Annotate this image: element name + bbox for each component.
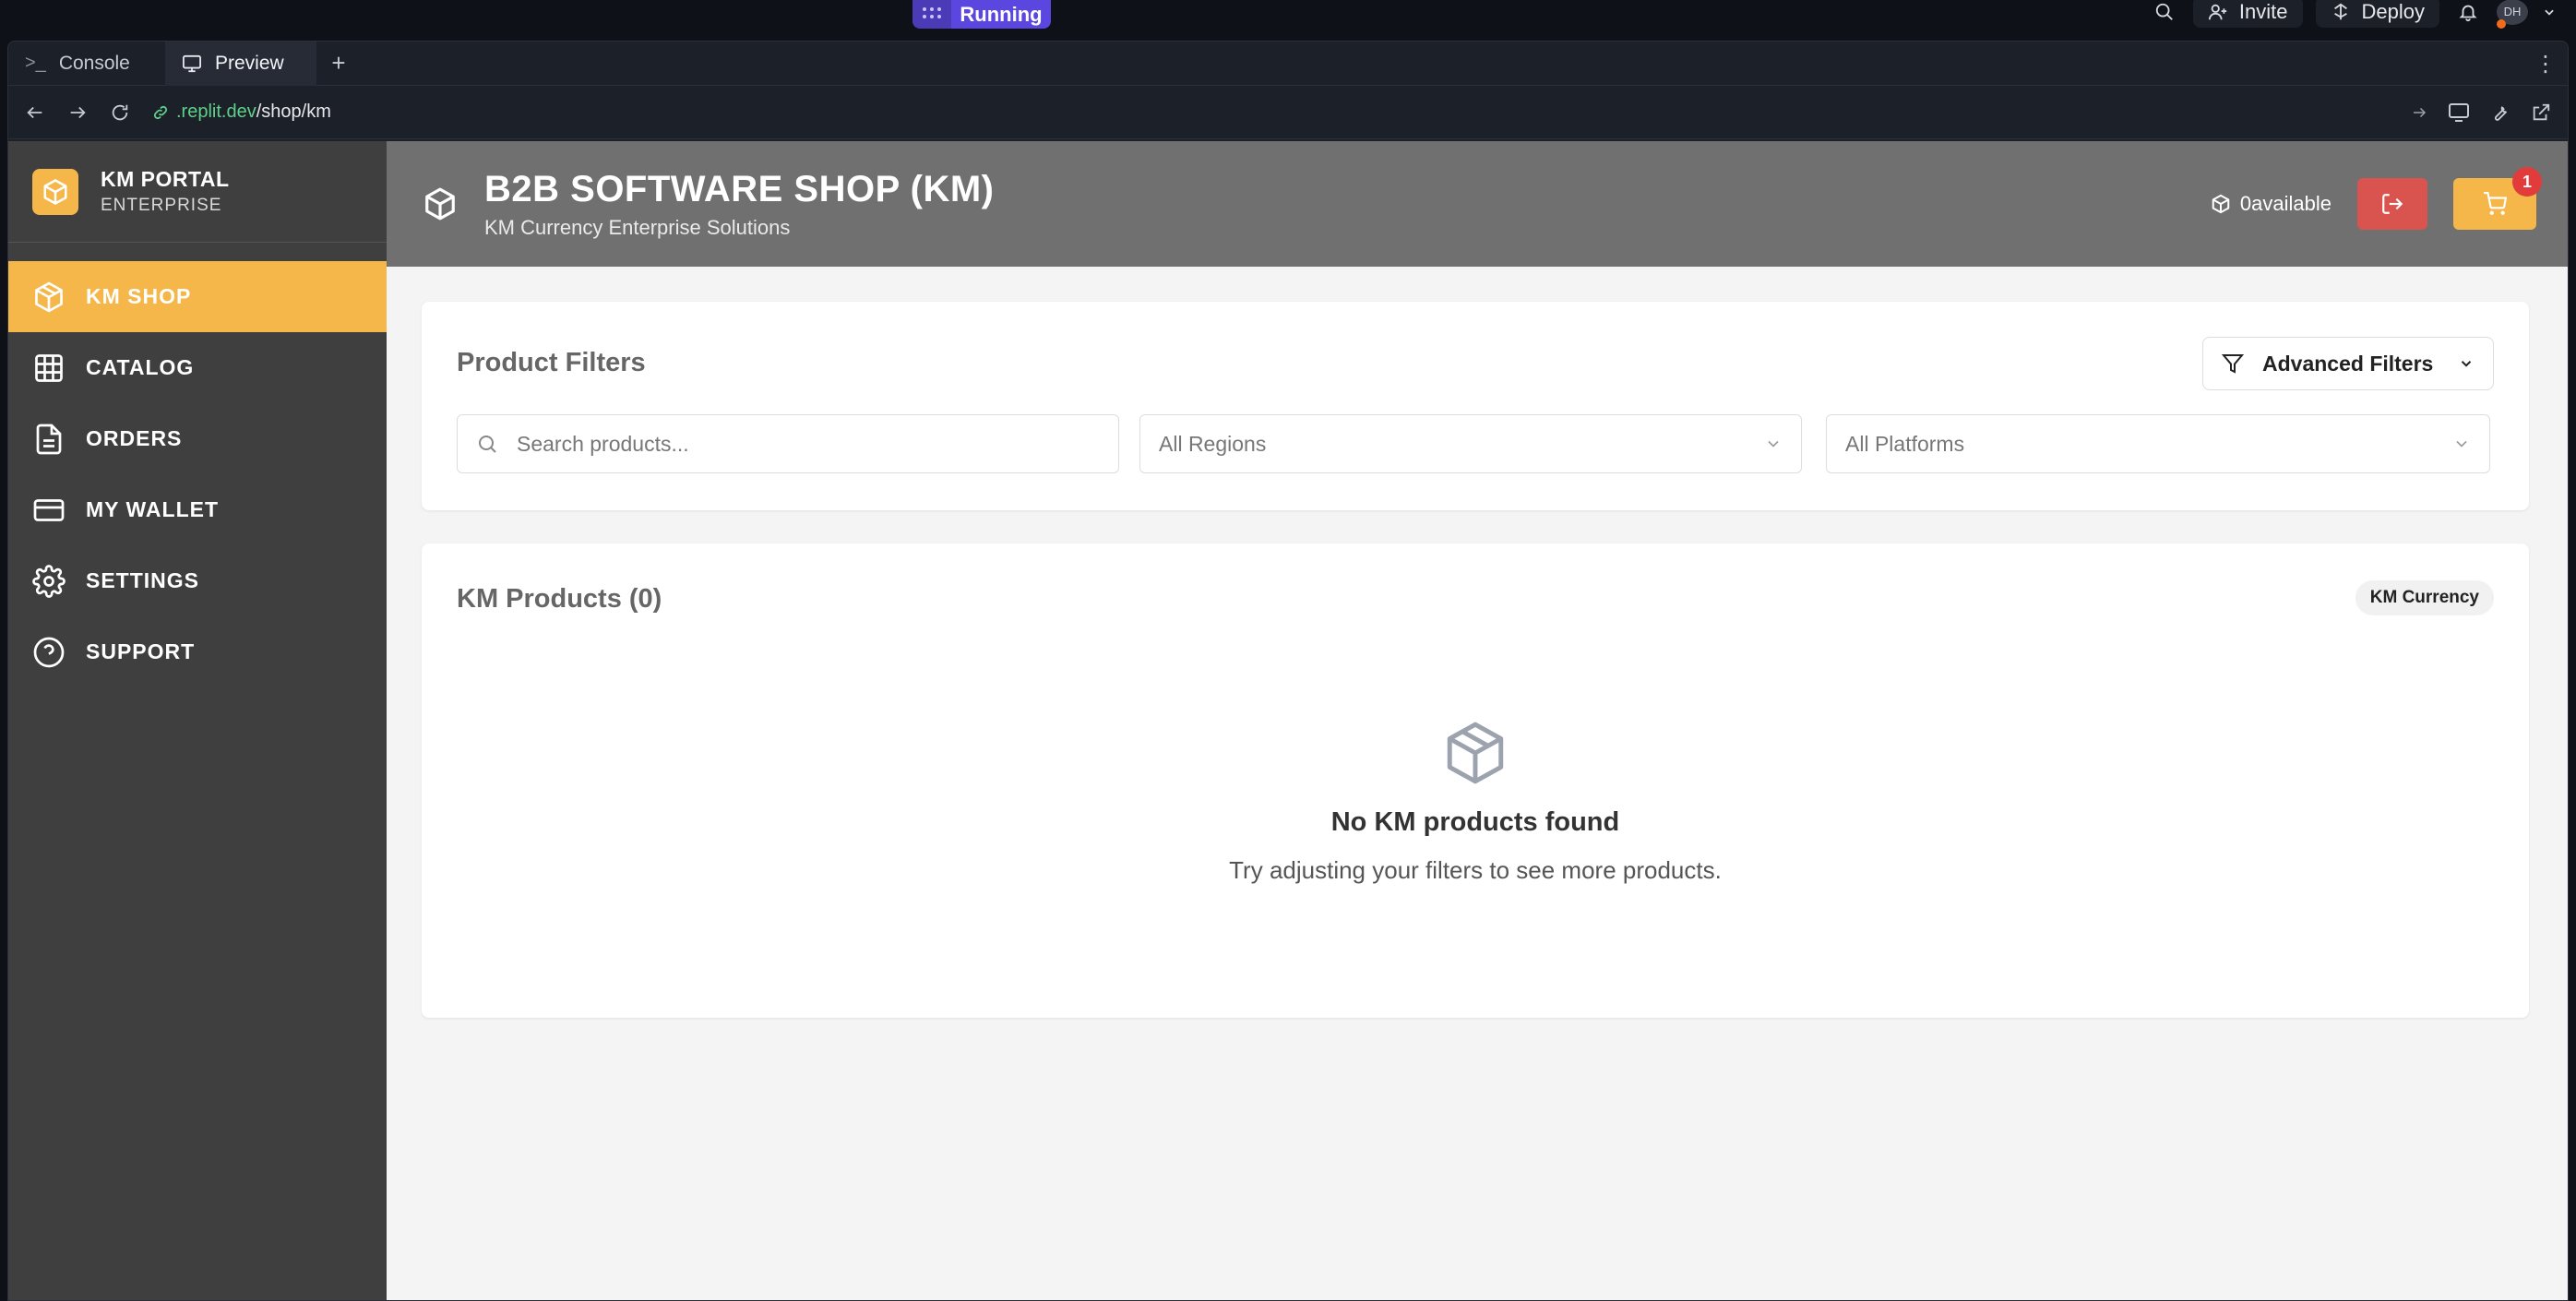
run-status-badge[interactable]: Running (912, 0, 1051, 29)
logout-button[interactable] (2357, 178, 2427, 230)
sidebar-item-support[interactable]: SUPPORT (8, 616, 387, 687)
device-icon[interactable] (2448, 102, 2470, 123)
url-bar: .replit.dev/shop/km (8, 86, 2568, 139)
brand-cube-icon (32, 168, 78, 215)
sidebar-item-label: ORDERS (86, 426, 183, 450)
grid-icon (35, 353, 63, 382)
more-vertical-icon[interactable]: ⋮ (2534, 42, 2557, 86)
available-balance: 0available (2211, 192, 2332, 216)
wrench-icon[interactable] (2490, 102, 2510, 123)
header-cube-icon (422, 185, 459, 222)
products-title: KM Products (0) (457, 584, 662, 614)
gear-icon (32, 564, 66, 598)
run-status-icon (912, 0, 951, 29)
deploy-label: Deploy (2361, 0, 2425, 23)
url-input[interactable]: .replit.dev/shop/km (145, 93, 2403, 131)
sidebar-item-label: KM SHOP (86, 284, 192, 308)
advanced-filters-label: Advanced Filters (2262, 351, 2434, 376)
filters-title: Product Filters (457, 348, 646, 377)
sidebar-item-label: SETTINGS (86, 568, 200, 592)
monitor-icon (183, 54, 201, 72)
document-icon (36, 424, 62, 454)
sidebar-item-label: SUPPORT (86, 639, 196, 663)
avatar-initials: DH (2503, 5, 2522, 18)
bell-icon[interactable] (2452, 0, 2484, 28)
chevron-down-icon (2456, 440, 2467, 448)
avatar[interactable]: DH (2497, 0, 2528, 29)
currency-badge: KM Currency (2355, 580, 2494, 615)
empty-state: No KM products found Try adjusting your … (422, 719, 2529, 885)
pane-tabs: >_ Console Preview + ⋮ (8, 42, 2568, 86)
chevron-down-icon[interactable] (2541, 0, 2558, 28)
cube-icon (35, 281, 63, 312)
sidebar-nav: KM SHOP CATALOG ORDERS MY WALLET SETTING… (8, 261, 387, 687)
region-select[interactable]: All Regions (1139, 414, 1802, 473)
preview-panel: >_ Console Preview + ⋮ .replit.dev/shop/… (7, 41, 2569, 1301)
sidebar-item-label: MY WALLET (86, 497, 220, 521)
tab-preview[interactable]: Preview (165, 42, 316, 86)
avatar-status-dot (2497, 18, 2506, 29)
url-path: /shop/km (256, 101, 331, 122)
wallet-icon (33, 498, 65, 521)
new-tab-button[interactable]: + (316, 42, 361, 86)
sidebar-item-orders[interactable]: ORDERS (8, 403, 387, 474)
brand-title: KM PORTAL (101, 167, 230, 191)
empty-state-subtitle: Try adjusting your filters to see more p… (1229, 856, 1722, 884)
region-select-value: All Regions (1159, 431, 1267, 456)
sidebar-item-km-shop[interactable]: KM SHOP (8, 261, 387, 332)
invite-label: Invite (2238, 0, 2288, 23)
chevron-down-icon (2461, 361, 2472, 367)
invite-button[interactable]: Invite (2192, 0, 2303, 28)
cart-icon (2484, 192, 2507, 215)
sidebar-item-catalog[interactable]: CATALOG (8, 332, 387, 403)
search-placeholder: Search products... (517, 431, 689, 456)
search-input[interactable]: Search products... (457, 414, 1119, 473)
search-icon (479, 436, 496, 453)
search-icon[interactable] (2149, 0, 2180, 28)
package-icon (2212, 194, 2230, 214)
page-header: B2B SOFTWARE SHOP (KM) KM Currency Enter… (387, 141, 2568, 267)
logout-icon (2382, 194, 2403, 214)
tab-console-label: Console (58, 52, 130, 74)
help-icon (33, 637, 65, 667)
deploy-icon (2333, 3, 2347, 19)
deploy-button[interactable]: Deploy (2315, 0, 2439, 28)
app-preview: KM PORTAL ENTERPRISE KM SHOP CATALOG ORD… (8, 141, 2568, 1300)
add-user-icon (2208, 4, 2227, 19)
brand: KM PORTAL ENTERPRISE (8, 141, 387, 243)
platform-select-value: All Platforms (1845, 431, 1965, 456)
cart-button[interactable]: 1 (2453, 167, 2542, 230)
page-subtitle: KM Currency Enterprise Solutions (484, 215, 791, 239)
forward-arrow-icon[interactable] (60, 95, 95, 130)
url-domain: .replit.dev (176, 101, 256, 122)
back-arrow-icon[interactable] (18, 95, 53, 130)
available-value: 0 (2239, 192, 2252, 215)
link-icon (153, 105, 168, 119)
ide-top-bar: Running Invite Deploy DH (0, 0, 2576, 41)
tab-console[interactable]: >_ Console (8, 42, 165, 86)
platform-select[interactable]: All Platforms (1826, 414, 2490, 473)
cart-count-badge: 1 (2512, 167, 2542, 197)
main-content: B2B SOFTWARE SHOP (KM) KM Currency Enter… (387, 141, 2568, 1300)
chevron-down-icon (1768, 440, 1779, 448)
brand-subtitle: ENTERPRISE (101, 196, 222, 215)
terminal-icon: >_ (25, 53, 46, 73)
refresh-icon[interactable] (102, 95, 137, 130)
tab-preview-label: Preview (215, 52, 284, 74)
available-label: available (2251, 192, 2332, 215)
filter-icon (2222, 354, 2244, 374)
sidebar-item-my-wallet[interactable]: MY WALLET (8, 474, 387, 545)
advanced-filters-button[interactable]: Advanced Filters (2202, 337, 2494, 390)
empty-state-title: No KM products found (1330, 807, 1620, 837)
page-title: B2B SOFTWARE SHOP (KM) (484, 168, 995, 209)
open-arrow-icon[interactable] (2411, 104, 2427, 121)
products-card: KM Products (0) KM Currency No KM produc… (422, 543, 2529, 1018)
run-status-label: Running (951, 0, 1051, 29)
sidebar-item-label: CATALOG (86, 355, 195, 379)
external-link-icon[interactable] (2531, 102, 2551, 123)
sidebar: KM PORTAL ENTERPRISE KM SHOP CATALOG ORD… (8, 141, 387, 1300)
filters-card: Product Filters Advanced Filters Search … (422, 302, 2529, 510)
sidebar-item-settings[interactable]: SETTINGS (8, 545, 387, 616)
empty-cube-icon (422, 719, 2529, 787)
